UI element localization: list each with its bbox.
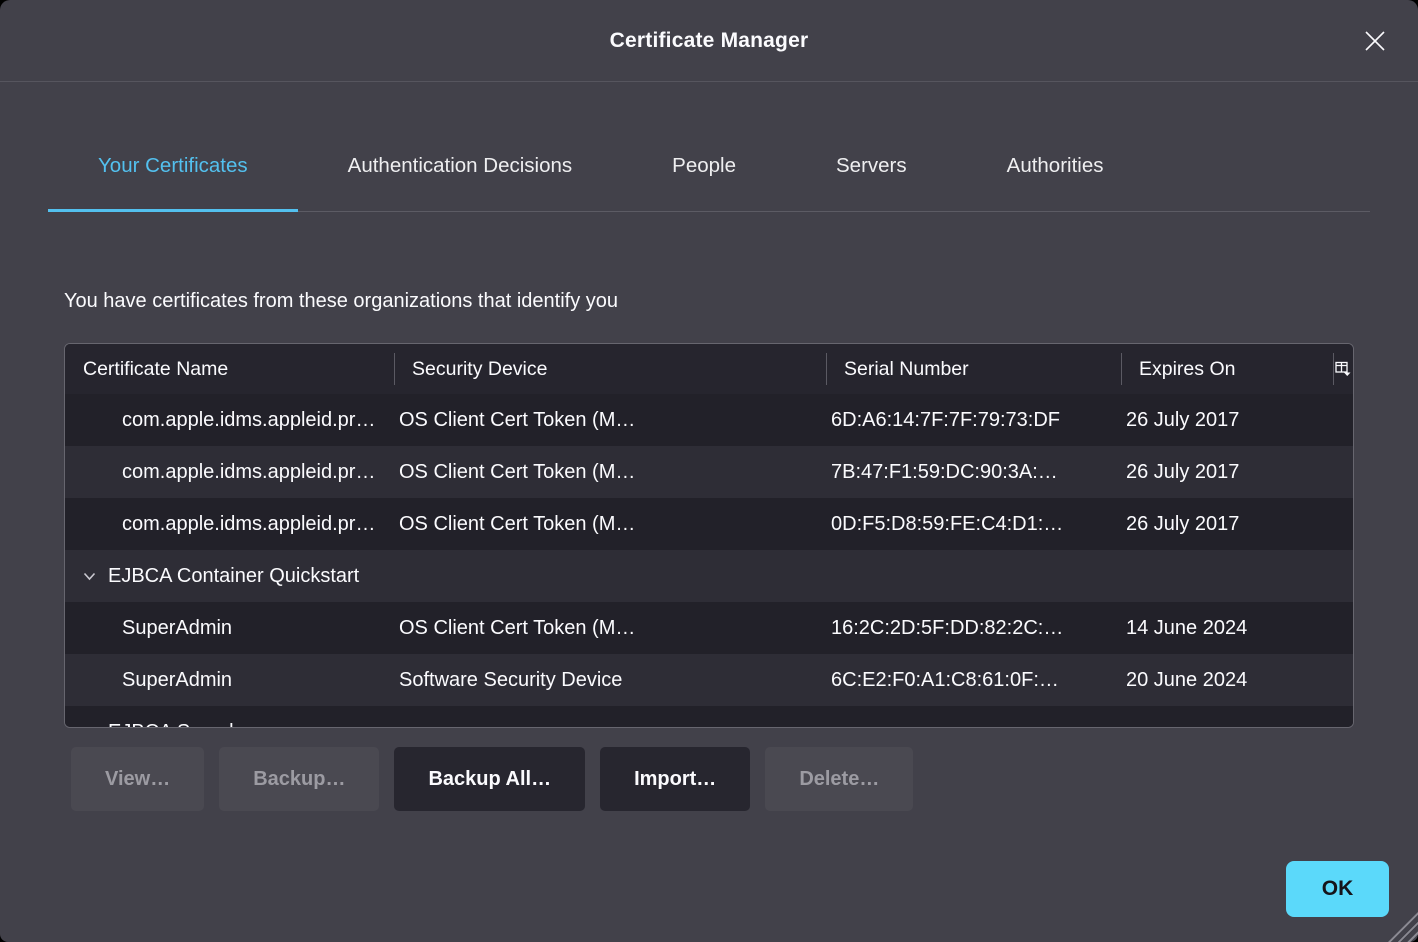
expires-on-cell: 26 July 2017 [1121,461,1333,484]
group-row-ejbca-sample[interactable]: EJBCA Sample [65,706,1353,728]
cert-row[interactable]: com.apple.idms.appleid.pr…OS Client Cert… [65,394,1353,446]
column-header-security-device[interactable]: Security Device [394,344,826,394]
action-buttons: View…Backup…Backup All…Import…Delete… [71,747,1354,811]
cert-name-cell: SuperAdmin [65,669,394,692]
cert-row[interactable]: com.apple.idms.appleid.pr…OS Client Cert… [65,498,1353,550]
close-icon [1362,28,1388,54]
serial-number-cell: 6C:E2:F0:A1:C8:61:0F:… [826,669,1121,692]
chevron-down-icon[interactable] [83,728,96,729]
expires-on-cell: 26 July 2017 [1121,409,1333,432]
backup-button: Backup… [219,747,379,811]
chevron-down-icon[interactable] [83,572,96,581]
serial-number-cell: 0D:F5:D8:59:FE:C4:D1:… [826,513,1121,536]
ok-button[interactable]: OK [1286,861,1389,917]
cert-row[interactable]: SuperAdminOS Client Cert Token (M…16:2C:… [65,602,1353,654]
tab-your-certificates[interactable]: Your Certificates [48,154,298,211]
cert-name-cell: com.apple.idms.appleid.pr… [65,409,394,432]
security-device-cell: OS Client Cert Token (M… [394,409,826,432]
cert-name-cell: com.apple.idms.appleid.pr… [65,513,394,536]
expires-on-cell: 26 July 2017 [1121,513,1333,536]
group-label: EJBCA Sample [108,721,245,729]
cert-name-cell: com.apple.idms.appleid.pr… [65,461,394,484]
cert-row[interactable]: com.apple.idms.appleid.pr…OS Client Cert… [65,446,1353,498]
cert-row[interactable]: SuperAdminSoftware Security Device6C:E2:… [65,654,1353,706]
tab-servers[interactable]: Servers [786,154,957,211]
tab-authentication-decisions[interactable]: Authentication Decisions [298,154,623,211]
expires-on-cell: 14 June 2024 [1121,617,1333,640]
cert-name-cell: SuperAdmin [65,617,394,640]
column-header-certificate-name[interactable]: Certificate Name [65,344,394,394]
group-label: EJBCA Container Quickstart [108,565,359,588]
expires-on-cell: 20 June 2024 [1121,669,1333,692]
security-device-cell: OS Client Cert Token (M… [394,461,826,484]
resize-grip[interactable] [1388,912,1418,942]
close-button[interactable] [1360,26,1390,56]
serial-number-cell: 7B:47:F1:59:DC:90:3A:… [826,461,1121,484]
certificate-manager-dialog: Certificate Manager Your CertificatesAut… [0,0,1418,942]
security-device-cell: OS Client Cert Token (M… [394,617,826,640]
import-button[interactable]: Import… [600,747,750,811]
table-header-row: Certificate NameSecurity DeviceSerial Nu… [65,344,1353,394]
column-header-serial-number[interactable]: Serial Number [826,344,1121,394]
column-header-expires-on[interactable]: Expires On [1121,344,1333,394]
view-button: View… [71,747,204,811]
tab-people[interactable]: People [622,154,786,211]
table-columns-icon [1335,361,1352,377]
table-description: You have certificates from these organiz… [64,290,1418,313]
certificates-table: Certificate NameSecurity DeviceSerial Nu… [64,343,1354,728]
group-row-ejbca-container-quickstart[interactable]: EJBCA Container Quickstart [65,550,1353,602]
security-device-cell: Software Security Device [394,669,826,692]
serial-number-cell: 6D:A6:14:7F:7F:79:73:DF [826,409,1121,432]
dialog-titlebar: Certificate Manager [0,0,1418,82]
dialog-title: Certificate Manager [610,29,809,53]
delete-button: Delete… [765,747,913,811]
table-body: com.apple.idms.appleid.pr…OS Client Cert… [65,394,1353,728]
tab-bar: Your CertificatesAuthentication Decision… [48,154,1370,212]
column-picker-button[interactable] [1333,344,1353,394]
serial-number-cell: 16:2C:2D:5F:DD:82:2C:… [826,617,1121,640]
tab-authorities[interactable]: Authorities [957,154,1154,211]
backup-all-button[interactable]: Backup All… [394,747,585,811]
security-device-cell: OS Client Cert Token (M… [394,513,826,536]
